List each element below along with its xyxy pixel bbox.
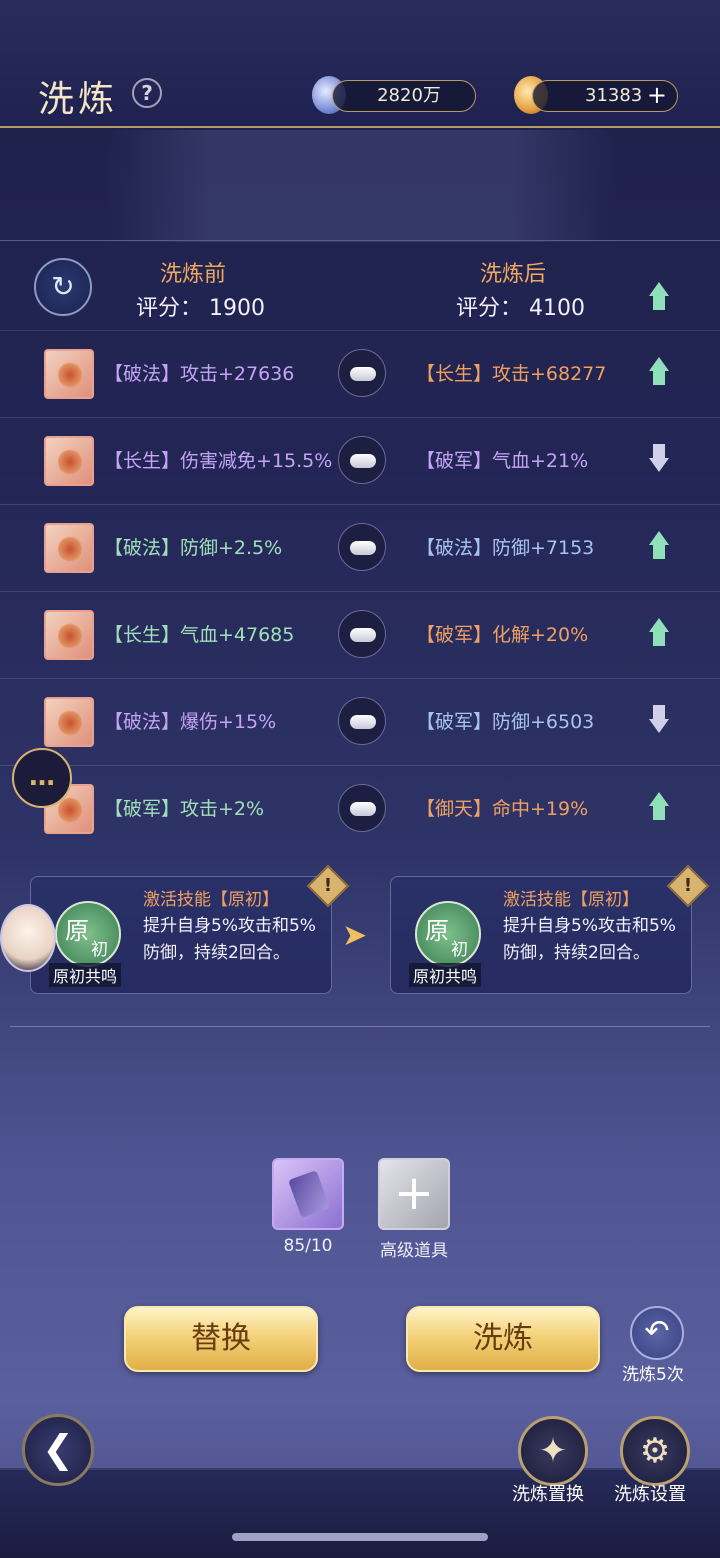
equipment-icon[interactable] <box>44 523 94 573</box>
stat-before: 【破法】防御+2.5% <box>104 537 283 559</box>
advanced-item-label: 高级道具 <box>380 1241 448 1261</box>
stat-after: 【破军】化解+20% <box>416 624 589 646</box>
skill-badge-label: 原初共鸣 <box>49 963 122 987</box>
home-indicator[interactable] <box>232 1533 488 1541</box>
table-row: 【破法】防御+2.5% 【破法】防御+7153 <box>0 504 720 590</box>
resource-flame-gem[interactable]: 31383 + <box>532 80 678 112</box>
equipment-icon[interactable] <box>44 697 94 747</box>
back-button[interactable]: ❮ <box>22 1414 94 1486</box>
resource-flame-gem-value: 31383 <box>585 85 643 106</box>
stat-after: 【破法】防御+7153 <box>416 537 595 559</box>
skill-badge: 原 初 <box>415 901 481 967</box>
stat-before: 【破法】攻击+27636 <box>104 363 295 385</box>
after-label: 洗炼后 <box>480 262 547 287</box>
skill-badge-subtext: 初 <box>451 940 468 960</box>
table-row: 【破法】攻击+27636 【长生】攻击+68277 <box>0 330 720 416</box>
refine-preview-icon[interactable]: ↻ <box>34 258 92 316</box>
refine-button[interactable]: 洗炼 <box>406 1306 600 1372</box>
down-arrow-icon <box>646 444 672 474</box>
skill-title: 激活技能【原初】 <box>143 890 279 910</box>
table-row: 【破法】爆伤+15% 【破军】防御+6503 <box>0 678 720 764</box>
chat-icon[interactable]: … <box>12 748 72 808</box>
question-icon[interactable]: ? <box>132 78 162 108</box>
lock-toggle[interactable] <box>338 610 386 658</box>
refine-swap-label: 洗炼置换 <box>512 1484 584 1505</box>
table-row: 【破军】攻击+2% 【御天】命中+19% <box>0 765 720 851</box>
up-arrow-icon <box>646 618 672 648</box>
refine-settings-label: 洗炼设置 <box>614 1484 686 1505</box>
warning-icon-text: ! <box>323 875 333 896</box>
lock-toggle[interactable] <box>338 349 386 397</box>
after-score: 评分： 4100 <box>456 296 585 321</box>
up-arrow-icon <box>646 792 672 822</box>
table-row: 【长生】伤害减免+15.5% 【破军】气血+21% <box>0 417 720 503</box>
lock-toggle[interactable] <box>338 784 386 832</box>
divider <box>0 240 720 241</box>
stat-before: 【长生】气血+47685 <box>104 624 295 646</box>
before-label: 洗炼前 <box>160 262 227 287</box>
skill-badge-text: 原 <box>425 917 449 945</box>
table-row: 【长生】气血+47685 【破军】化解+20% <box>0 591 720 677</box>
stat-before: 【破军】攻击+2% <box>104 798 265 820</box>
skill-title: 激活技能【原初】 <box>503 890 639 910</box>
equipment-icon[interactable] <box>44 436 94 486</box>
stat-before: 【破法】爆伤+15% <box>104 711 277 733</box>
skill-badge-text: 原 <box>65 917 89 945</box>
top-bar: 洗炼 ? 2820万 31383 + <box>0 0 720 128</box>
refine-five-times-label: 洗炼5次 <box>622 1365 684 1385</box>
bottom-bar <box>0 1468 720 1558</box>
refine-settings-button[interactable]: ⚙ <box>620 1416 690 1486</box>
stat-before: 【长生】伤害减免+15.5% <box>104 450 333 472</box>
skill-card-before[interactable]: 原 初 原初共鸣 激活技能【原初】 提升自身5%攻击和5%防御，持续2回合。 ! <box>30 864 350 994</box>
refine-crystal-item[interactable] <box>272 1158 344 1230</box>
plus-icon: + <box>393 1165 435 1221</box>
equipment-icon[interactable] <box>44 610 94 660</box>
resource-spirit-gem[interactable]: 2820万 <box>332 80 476 112</box>
before-score: 评分： 1900 <box>136 296 265 321</box>
up-arrow-icon <box>646 357 672 387</box>
skill-badge: 原 初 <box>55 901 121 967</box>
equipment-icon[interactable] <box>44 349 94 399</box>
add-flame-gem-button[interactable]: + <box>647 81 667 109</box>
skill-badge-subtext: 初 <box>91 940 108 960</box>
divider <box>10 1026 710 1027</box>
refine-five-times-button[interactable]: ↶ <box>630 1306 684 1360</box>
score-up-arrow-icon <box>646 282 672 312</box>
replace-button[interactable]: 替换 <box>124 1306 318 1372</box>
down-arrow-icon <box>646 705 672 735</box>
refine-swap-button[interactable]: ✦ <box>518 1416 588 1486</box>
stat-after: 【长生】攻击+68277 <box>416 363 607 385</box>
lock-toggle[interactable] <box>338 436 386 484</box>
lock-toggle[interactable] <box>338 697 386 745</box>
stat-after: 【御天】命中+19% <box>416 798 589 820</box>
resource-spirit-gem-value: 2820万 <box>377 85 441 106</box>
warning-icon[interactable]: ! <box>306 864 350 908</box>
stat-after: 【破军】防御+6503 <box>416 711 595 733</box>
arrow-right-icon: ➤ <box>342 918 368 953</box>
lock-toggle[interactable] <box>338 523 386 571</box>
skill-desc: 提升自身5%攻击和5%防御，持续2回合。 <box>143 916 316 963</box>
skill-card-after[interactable]: 原 初 原初共鸣 激活技能【原初】 提升自身5%攻击和5%防御，持续2回合。 ! <box>390 864 710 994</box>
crystal-count: 85/10 <box>283 1236 333 1256</box>
warning-icon-text: ! <box>683 875 693 896</box>
warning-icon[interactable]: ! <box>666 864 710 908</box>
skill-badge-label: 原初共鸣 <box>409 963 482 987</box>
add-advanced-item-button[interactable]: + <box>378 1158 450 1230</box>
skill-desc: 提升自身5%攻击和5%防御，持续2回合。 <box>503 916 676 963</box>
avatar[interactable] <box>0 904 56 972</box>
page-title: 洗炼 <box>38 79 119 120</box>
decorative-banner <box>106 130 616 242</box>
up-arrow-icon <box>646 531 672 561</box>
stat-after: 【破军】气血+21% <box>416 450 589 472</box>
